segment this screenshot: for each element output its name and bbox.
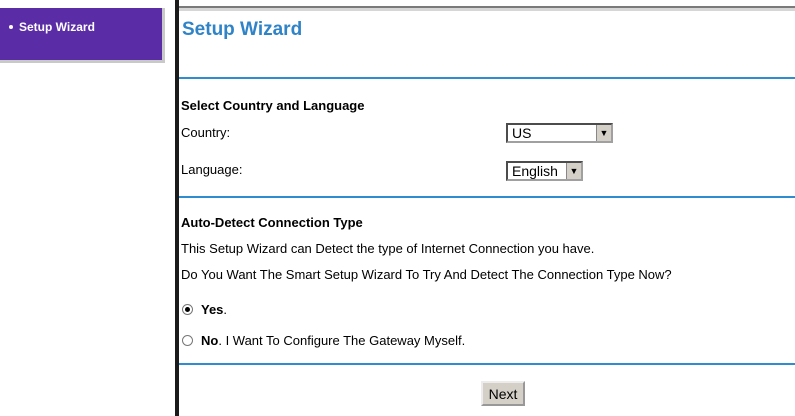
nav-item-label: Setup Wizard bbox=[19, 20, 95, 34]
section-title-country-language: Select Country and Language bbox=[181, 98, 365, 113]
auto-detect-description: This Setup Wizard can Detect the type of… bbox=[181, 241, 595, 256]
radio-no-rest: . I Want To Configure The Gateway Myself… bbox=[218, 333, 466, 348]
divider bbox=[179, 196, 795, 198]
radio-no-bold: No bbox=[201, 333, 219, 348]
radio-option-no-label: No. I Want To Configure The Gateway Myse… bbox=[201, 333, 465, 348]
radio-button[interactable] bbox=[182, 335, 193, 346]
dropdown-arrow-icon: ▼ bbox=[596, 125, 611, 141]
left-nav: Setup Wizard bbox=[0, 8, 165, 63]
radio-dot-icon bbox=[185, 307, 190, 312]
radio-button-selected[interactable] bbox=[182, 304, 193, 315]
frame-top-border bbox=[175, 0, 795, 11]
bullet-icon bbox=[9, 25, 13, 29]
page-title: Setup Wizard bbox=[182, 19, 303, 40]
language-label: Language: bbox=[181, 162, 243, 177]
country-select[interactable]: US ▼ bbox=[506, 123, 613, 143]
country-select-value: US bbox=[512, 125, 532, 141]
radio-option-yes-label: Yes. bbox=[201, 302, 227, 317]
auto-detect-question: Do You Want The Smart Setup Wizard To Tr… bbox=[181, 267, 672, 282]
language-select-value: English bbox=[512, 163, 558, 179]
radio-yes-rest: . bbox=[223, 302, 228, 317]
section-title-auto-detect: Auto-Detect Connection Type bbox=[181, 215, 363, 230]
next-button[interactable]: Next bbox=[481, 381, 525, 406]
radio-option-yes[interactable]: Yes. bbox=[182, 302, 227, 317]
radio-yes-bold: Yes bbox=[201, 302, 224, 317]
radio-option-no[interactable]: No. I Want To Configure The Gateway Myse… bbox=[182, 333, 465, 348]
divider bbox=[179, 363, 795, 365]
language-select[interactable]: English ▼ bbox=[506, 161, 583, 181]
dropdown-arrow-icon: ▼ bbox=[566, 163, 581, 179]
nav-item-setup-wizard[interactable]: Setup Wizard bbox=[9, 20, 95, 34]
divider bbox=[179, 77, 795, 79]
main-content: Setup Wizard Select Country and Language… bbox=[179, 11, 795, 416]
country-label: Country: bbox=[181, 125, 231, 140]
